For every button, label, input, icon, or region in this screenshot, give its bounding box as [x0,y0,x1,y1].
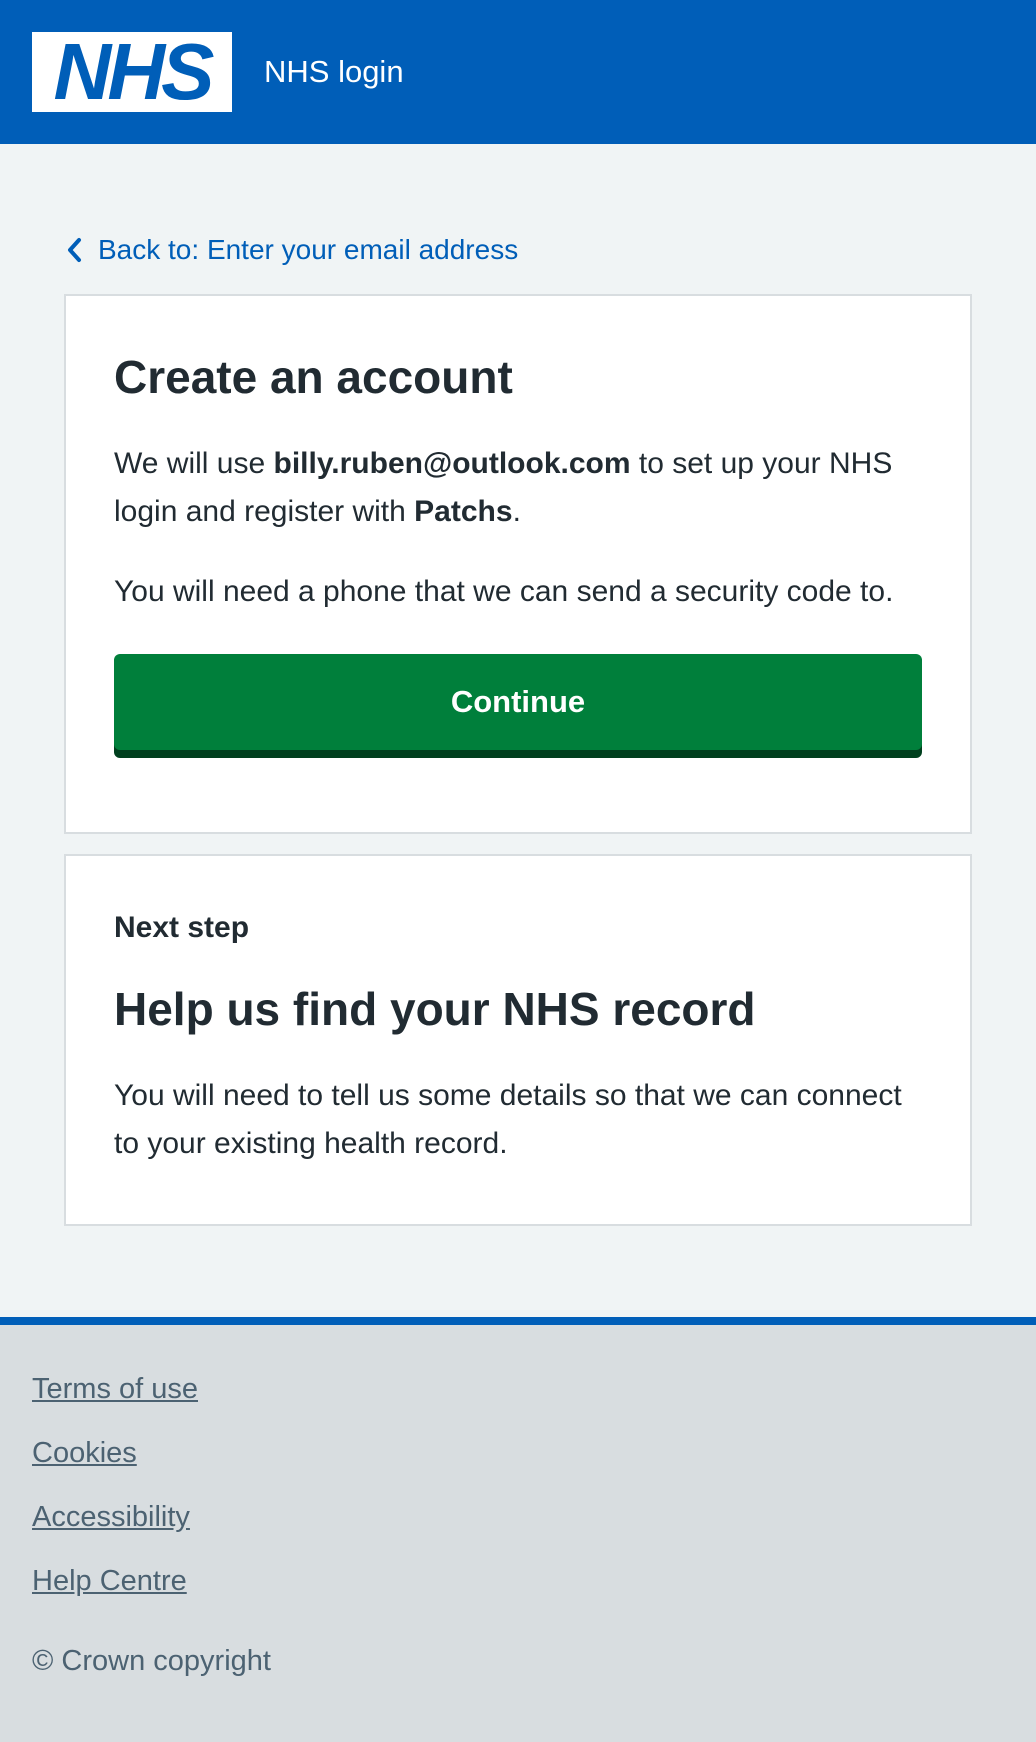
svg-text:NHS: NHS [54,36,215,108]
nhs-logo-mark: NHS [54,36,219,108]
next-step-body: You will need to tell us some details so… [114,1079,902,1160]
nhs-logo[interactable]: NHS [32,32,232,112]
site-header: NHS NHS login [0,0,1036,144]
footer-link-accessibility[interactable]: Accessibility [32,1497,1036,1537]
continue-button[interactable]: Continue [114,654,922,750]
email-usage-suffix: . [512,495,521,528]
create-account-card: Create an account We will use billy.rube… [64,294,972,834]
footer-link-cookies[interactable]: Cookies [32,1433,1036,1473]
service-name: NHS login [264,54,404,89]
footer-link-help-centre[interactable]: Help Centre [32,1561,1036,1601]
back-link[interactable]: Back to: Enter your email address [64,230,518,270]
email-usage-text: We will use billy.ruben@outlook.com to s… [114,440,922,536]
email-address: billy.ruben@outlook.com [273,447,631,480]
next-step-title: Help us find your NHS record [114,983,756,1035]
service-label: Patchs [414,495,513,528]
back-link-label: Back to: Enter your email address [98,234,519,265]
footer-divider [0,1317,1036,1325]
next-step-card: Next step Help us find your NHS record Y… [64,854,972,1226]
page-title: Create an account [114,351,513,403]
footer-link-terms[interactable]: Terms of use [32,1369,1036,1409]
copyright-text: © Crown copyright [32,1645,271,1677]
next-step-caption: Next step [114,911,250,944]
email-usage-prefix: We will use [114,447,274,480]
main-content: Back to: Enter your email address Create… [0,144,1036,1317]
chevron-left-icon [68,238,81,262]
site-footer: Terms of use Cookies Accessibility Help … [0,1325,1036,1742]
phone-requirement-text: You will need a phone that we can send a… [114,575,894,608]
